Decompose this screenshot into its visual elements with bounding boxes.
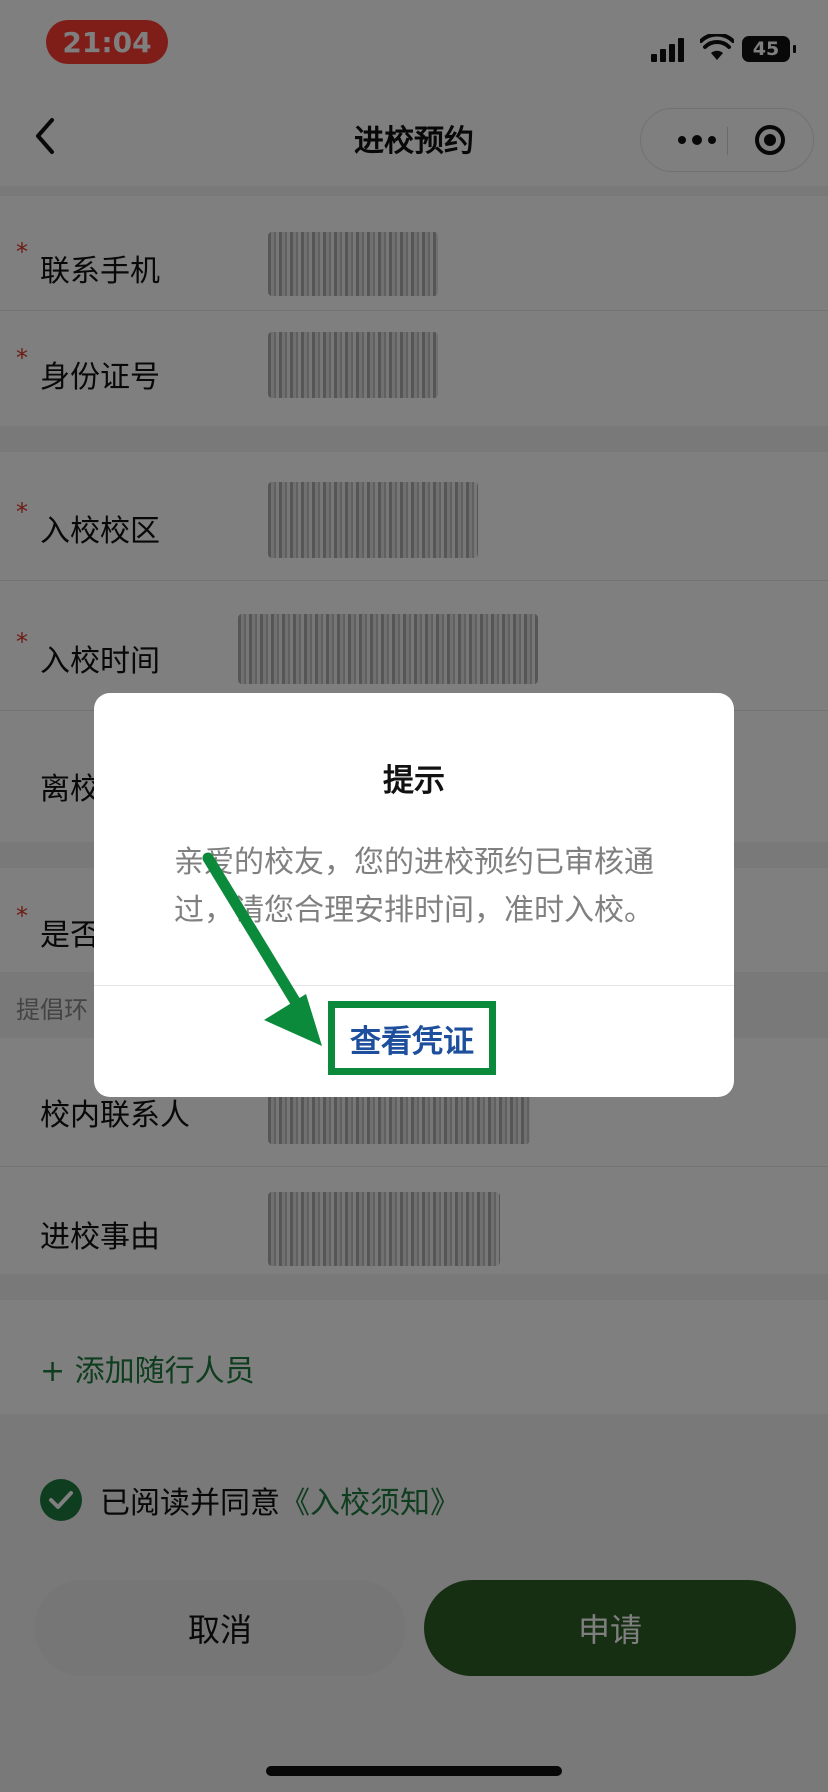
view-voucher-button[interactable]: 查看凭证 (350, 1016, 474, 1061)
page: 21:04 45 进校预约 * 联系手机 (0, 0, 828, 1792)
dialog-message: 亲爱的校友，您的进校预约已审核通过，请您合理安排时间，准时入校。 (174, 845, 654, 928)
alert-dialog: 提示 亲爱的校友，您的进校预约已审核通过，请您合理安排时间，准时入校。 查看凭证 (94, 693, 734, 1097)
highlight-box: 查看凭证 (328, 1001, 496, 1075)
dialog-divider (94, 985, 734, 986)
dialog-title: 提示 (383, 763, 445, 799)
